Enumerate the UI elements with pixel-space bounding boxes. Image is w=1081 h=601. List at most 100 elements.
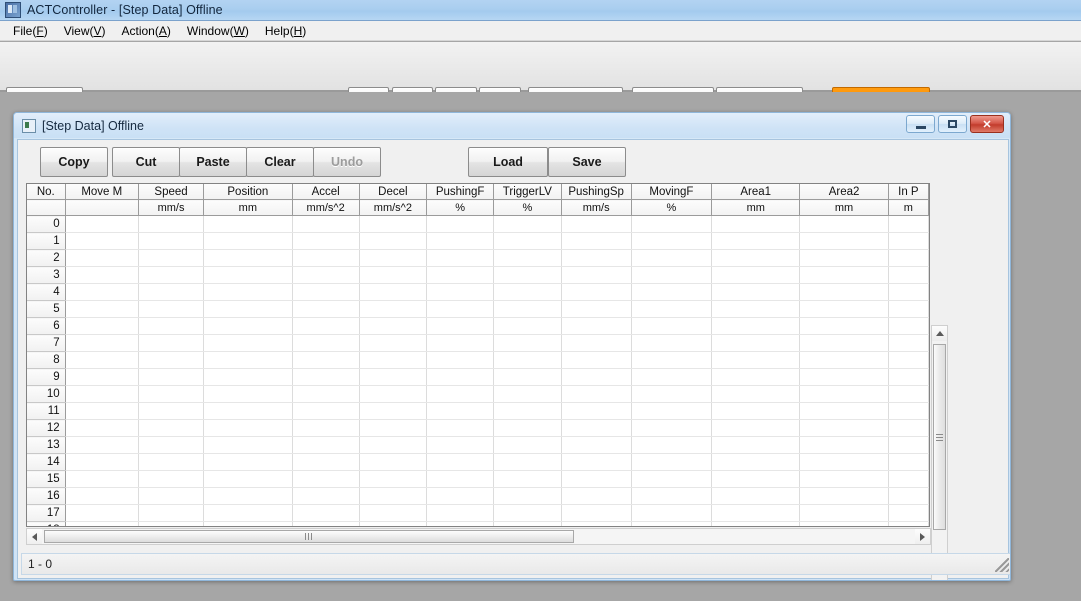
cell[interactable] bbox=[631, 436, 713, 454]
cell[interactable] bbox=[631, 521, 713, 526]
cell[interactable] bbox=[711, 368, 801, 386]
cell[interactable] bbox=[292, 419, 360, 437]
cell[interactable] bbox=[203, 402, 293, 420]
cell[interactable] bbox=[631, 419, 713, 437]
cell[interactable] bbox=[138, 419, 205, 437]
cell[interactable] bbox=[203, 521, 293, 526]
resize-grip-icon[interactable] bbox=[995, 558, 1009, 572]
cell[interactable] bbox=[493, 504, 562, 522]
cell[interactable] bbox=[203, 470, 293, 488]
row-number[interactable]: 5 bbox=[27, 300, 66, 318]
cell[interactable] bbox=[799, 470, 889, 488]
cell[interactable] bbox=[561, 487, 632, 505]
cell[interactable] bbox=[561, 453, 632, 471]
cell[interactable] bbox=[799, 402, 889, 420]
cell[interactable] bbox=[426, 385, 495, 403]
cell[interactable] bbox=[292, 334, 360, 352]
cell[interactable] bbox=[65, 470, 139, 488]
cell[interactable] bbox=[138, 249, 205, 267]
cell[interactable] bbox=[888, 521, 929, 526]
table-row[interactable]: 7 bbox=[27, 334, 929, 352]
cell[interactable] bbox=[359, 351, 428, 369]
row-number[interactable]: 3 bbox=[27, 266, 66, 284]
cell[interactable] bbox=[631, 334, 713, 352]
cell[interactable] bbox=[799, 419, 889, 437]
cell[interactable] bbox=[631, 470, 713, 488]
cell[interactable] bbox=[359, 334, 428, 352]
cell[interactable] bbox=[65, 453, 139, 471]
cell[interactable] bbox=[888, 504, 929, 522]
cell[interactable] bbox=[138, 215, 205, 233]
grid-horizontal-scrollbar[interactable] bbox=[26, 528, 931, 545]
cell[interactable] bbox=[359, 300, 428, 318]
scroll-right-icon[interactable] bbox=[915, 529, 930, 544]
column-header-decel[interactable]: Decel bbox=[359, 184, 428, 200]
cell[interactable] bbox=[203, 232, 293, 250]
cell[interactable] bbox=[65, 521, 139, 526]
cell[interactable] bbox=[631, 385, 713, 403]
cell[interactable] bbox=[711, 215, 801, 233]
cell[interactable] bbox=[799, 385, 889, 403]
row-number[interactable]: 8 bbox=[27, 351, 66, 369]
cell[interactable] bbox=[359, 317, 428, 335]
horizontal-scroll-thumb[interactable] bbox=[44, 530, 574, 543]
cell[interactable] bbox=[493, 232, 562, 250]
cell[interactable] bbox=[426, 436, 495, 454]
cell[interactable] bbox=[65, 249, 139, 267]
cell[interactable] bbox=[631, 249, 713, 267]
column-header-pushingsp[interactable]: PushingSp bbox=[561, 184, 632, 200]
cell[interactable] bbox=[359, 419, 428, 437]
menu-item-action[interactable]: Action(A) bbox=[114, 22, 179, 40]
cell[interactable] bbox=[203, 368, 293, 386]
restore-icon[interactable] bbox=[938, 115, 967, 133]
cell[interactable] bbox=[359, 368, 428, 386]
cell[interactable] bbox=[203, 504, 293, 522]
cell[interactable] bbox=[799, 266, 889, 284]
cell[interactable] bbox=[711, 232, 801, 250]
cell[interactable] bbox=[359, 232, 428, 250]
table-row[interactable]: 10 bbox=[27, 385, 929, 403]
cell[interactable] bbox=[631, 300, 713, 318]
cell[interactable] bbox=[426, 419, 495, 437]
cell[interactable] bbox=[711, 266, 801, 284]
row-number[interactable]: 1 bbox=[27, 232, 66, 250]
table-row[interactable]: 5 bbox=[27, 300, 929, 318]
cell[interactable] bbox=[292, 368, 360, 386]
cell[interactable] bbox=[292, 487, 360, 505]
cell[interactable] bbox=[203, 215, 293, 233]
row-number[interactable]: 17 bbox=[27, 504, 66, 522]
cell[interactable] bbox=[493, 317, 562, 335]
cell[interactable] bbox=[203, 334, 293, 352]
cell[interactable] bbox=[426, 402, 495, 420]
cell[interactable] bbox=[631, 317, 713, 335]
cell[interactable] bbox=[631, 351, 713, 369]
cell[interactable] bbox=[888, 249, 929, 267]
cell[interactable] bbox=[426, 453, 495, 471]
menu-item-help[interactable]: Help(H) bbox=[257, 22, 314, 40]
cell[interactable] bbox=[138, 351, 205, 369]
cell[interactable] bbox=[292, 521, 360, 526]
column-header-area2[interactable]: Area2 bbox=[799, 184, 889, 200]
row-number[interactable]: 12 bbox=[27, 419, 66, 437]
cell[interactable] bbox=[359, 249, 428, 267]
cell[interactable] bbox=[493, 266, 562, 284]
cell[interactable] bbox=[888, 317, 929, 335]
cell[interactable] bbox=[138, 283, 205, 301]
cell[interactable] bbox=[138, 368, 205, 386]
cell[interactable] bbox=[138, 266, 205, 284]
table-row[interactable]: 4 bbox=[27, 283, 929, 301]
table-row[interactable]: 13 bbox=[27, 436, 929, 454]
cell[interactable] bbox=[426, 334, 495, 352]
column-header-area1[interactable]: Area1 bbox=[711, 184, 801, 200]
cell[interactable] bbox=[799, 283, 889, 301]
cell[interactable] bbox=[631, 453, 713, 471]
cell[interactable] bbox=[138, 470, 205, 488]
save-button[interactable]: Save bbox=[548, 147, 626, 177]
cell[interactable] bbox=[799, 317, 889, 335]
cell[interactable] bbox=[292, 283, 360, 301]
cell[interactable] bbox=[711, 453, 801, 471]
load-button[interactable]: Load bbox=[468, 147, 548, 177]
cell[interactable] bbox=[561, 249, 632, 267]
cell[interactable] bbox=[65, 317, 139, 335]
menu-item-window[interactable]: Window(W) bbox=[179, 22, 257, 40]
